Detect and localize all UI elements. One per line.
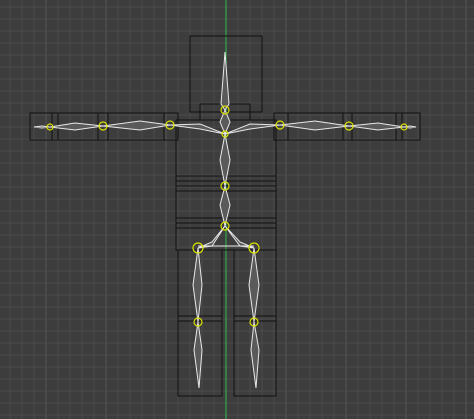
bone-shoulder-right[interactable] — [224, 123, 281, 135]
bone-upper-arm-left[interactable] — [102, 120, 171, 131]
viewport-canvas[interactable] — [0, 0, 474, 419]
bone-spine-upper[interactable] — [219, 133, 231, 187]
bone-hand-right[interactable] — [403, 125, 417, 129]
bone-shin-left[interactable] — [193, 321, 203, 389]
armature[interactable] — [33, 51, 417, 389]
bone-shin-right[interactable] — [250, 321, 260, 389]
bone-spine-lower[interactable] — [219, 184, 231, 227]
3d-viewport[interactable] — [0, 0, 474, 419]
floor-grid — [0, 0, 474, 419]
bone-upper-arm-right[interactable] — [279, 120, 350, 131]
bone-head[interactable] — [220, 51, 230, 111]
